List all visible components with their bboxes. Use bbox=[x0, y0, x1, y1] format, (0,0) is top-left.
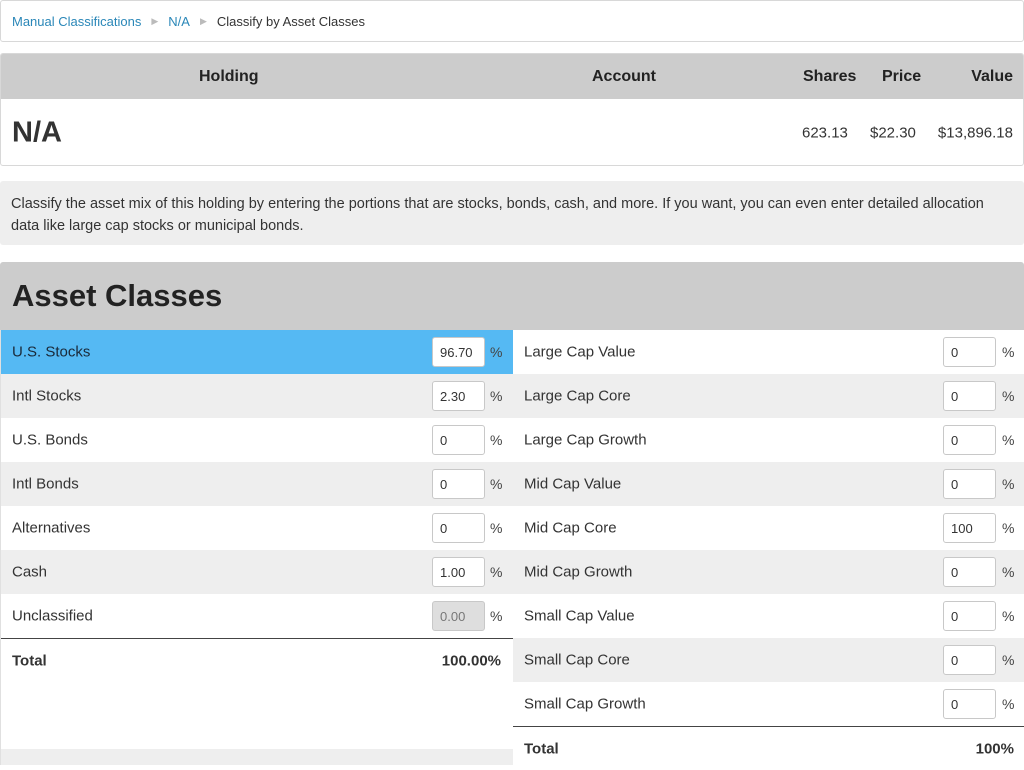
percent-sign: % bbox=[490, 520, 503, 536]
header-account: Account bbox=[592, 67, 656, 85]
breadcrumb: Manual Classifications ▶ N/A ▶ Classify … bbox=[0, 0, 1024, 42]
holding-value: $13,896.18 bbox=[937, 124, 1013, 142]
us-stocks-input[interactable] bbox=[432, 337, 485, 367]
percent-sign: % bbox=[490, 388, 503, 404]
detailed-asset-classes: Large Cap Value % Large Cap Core % Large… bbox=[513, 330, 1024, 770]
asset-classes-header: Asset Classes bbox=[0, 262, 1024, 330]
us-bonds-input[interactable] bbox=[432, 425, 485, 455]
asset-row-intl-bonds[interactable]: Intl Bonds % bbox=[1, 462, 513, 506]
holding-price: $22.30 bbox=[870, 124, 916, 142]
percent-sign: % bbox=[490, 476, 503, 492]
mid-cap-growth-input[interactable] bbox=[943, 557, 996, 587]
asset-label: Mid Cap Value bbox=[524, 475, 622, 493]
total-value: 100% bbox=[975, 740, 1014, 757]
holding-table-header: Holding Account Shares Price Value bbox=[1, 54, 1023, 99]
small-cap-core-input[interactable] bbox=[943, 645, 996, 675]
asset-row-unclassified: Unclassified % bbox=[1, 594, 513, 638]
asset-row-cash[interactable]: Cash % bbox=[1, 550, 513, 594]
percent-sign: % bbox=[1002, 608, 1015, 624]
percent-sign: % bbox=[490, 432, 503, 448]
large-cap-value-input[interactable] bbox=[943, 337, 996, 367]
mid-cap-value-input[interactable] bbox=[943, 469, 996, 499]
small-cap-growth-input[interactable] bbox=[943, 689, 996, 719]
asset-classes-panel: Asset Classes U.S. Stocks % Intl Stocks … bbox=[0, 262, 1024, 770]
mid-cap-core-input[interactable] bbox=[943, 513, 996, 543]
asset-row-small-cap-value[interactable]: Small Cap Value % bbox=[513, 594, 1024, 638]
breadcrumb-separator-icon: ▶ bbox=[151, 15, 159, 26]
asset-label: Alternatives bbox=[12, 519, 91, 537]
alternatives-input[interactable] bbox=[432, 513, 485, 543]
intl-bonds-input[interactable] bbox=[432, 469, 485, 499]
asset-row-us-bonds[interactable]: U.S. Bonds % bbox=[1, 418, 513, 462]
large-cap-growth-input[interactable] bbox=[943, 425, 996, 455]
asset-row-large-cap-core[interactable]: Large Cap Core % bbox=[513, 374, 1024, 418]
percent-sign: % bbox=[1002, 652, 1015, 668]
asset-row-mid-cap-growth[interactable]: Mid Cap Growth % bbox=[513, 550, 1024, 594]
percent-sign: % bbox=[1002, 520, 1015, 536]
holding-card: Holding Account Shares Price Value N/A 6… bbox=[0, 53, 1024, 166]
header-holding: Holding bbox=[199, 67, 259, 85]
total-label: Total bbox=[524, 740, 559, 757]
asset-row-small-cap-growth[interactable]: Small Cap Growth % bbox=[513, 682, 1024, 726]
breadcrumb-separator-icon: ▶ bbox=[199, 15, 207, 26]
percent-sign: % bbox=[490, 608, 503, 624]
percent-sign: % bbox=[1002, 432, 1015, 448]
left-footer-stripe bbox=[1, 749, 513, 765]
asset-label: U.S. Stocks bbox=[12, 343, 91, 361]
asset-label: Small Cap Growth bbox=[524, 695, 646, 713]
small-cap-value-input[interactable] bbox=[943, 601, 996, 631]
right-total-row: Total 100% bbox=[513, 726, 1024, 770]
asset-row-small-cap-core[interactable]: Small Cap Core % bbox=[513, 638, 1024, 682]
header-shares: Shares bbox=[803, 67, 857, 85]
asset-classes-title: Asset Classes bbox=[12, 278, 223, 313]
percent-sign: % bbox=[490, 564, 503, 580]
large-cap-core-input[interactable] bbox=[943, 381, 996, 411]
asset-label: Large Cap Core bbox=[524, 387, 631, 405]
left-spacer bbox=[1, 682, 513, 749]
breadcrumb-manual-classifications[interactable]: Manual Classifications bbox=[12, 14, 141, 29]
left-total-row: Total 100.00% bbox=[1, 638, 513, 682]
holding-shares: 623.13 bbox=[802, 124, 848, 142]
breadcrumb-holding[interactable]: N/A bbox=[168, 14, 190, 29]
percent-sign: % bbox=[1002, 696, 1015, 712]
percent-sign: % bbox=[1002, 476, 1015, 492]
asset-label: Cash bbox=[12, 563, 48, 581]
asset-label: Unclassified bbox=[12, 607, 93, 625]
info-text: Classify the asset mix of this holding b… bbox=[0, 181, 1024, 245]
percent-sign: % bbox=[1002, 564, 1015, 580]
asset-row-us-stocks[interactable]: U.S. Stocks % bbox=[1, 330, 513, 374]
asset-label: Large Cap Growth bbox=[524, 431, 647, 449]
cash-input[interactable] bbox=[432, 557, 485, 587]
asset-label: Mid Cap Growth bbox=[524, 563, 633, 581]
asset-row-large-cap-growth[interactable]: Large Cap Growth % bbox=[513, 418, 1024, 462]
asset-label: Intl Bonds bbox=[12, 475, 79, 493]
asset-row-large-cap-value[interactable]: Large Cap Value % bbox=[513, 330, 1024, 374]
header-value: Value bbox=[971, 67, 1013, 85]
asset-label: U.S. Bonds bbox=[12, 431, 88, 449]
unclassified-input bbox=[432, 601, 485, 631]
asset-label: Mid Cap Core bbox=[524, 519, 617, 537]
asset-row-mid-cap-core[interactable]: Mid Cap Core % bbox=[513, 506, 1024, 550]
percent-sign: % bbox=[490, 344, 503, 360]
asset-row-alternatives[interactable]: Alternatives % bbox=[1, 506, 513, 550]
header-price: Price bbox=[882, 67, 922, 85]
percent-sign: % bbox=[1002, 388, 1015, 404]
holding-name: N/A bbox=[12, 116, 62, 149]
percent-sign: % bbox=[1002, 344, 1015, 360]
broad-asset-classes: U.S. Stocks % Intl Stocks % U.S. Bonds %… bbox=[0, 330, 513, 765]
asset-label: Small Cap Value bbox=[524, 607, 635, 625]
holding-row: N/A 623.13 $22.30 $13,896.18 bbox=[1, 99, 1023, 165]
asset-row-mid-cap-value[interactable]: Mid Cap Value % bbox=[513, 462, 1024, 506]
asset-label: Intl Stocks bbox=[12, 387, 82, 405]
asset-label: Large Cap Value bbox=[524, 343, 636, 361]
total-label: Total bbox=[12, 652, 47, 669]
total-value: 100.00% bbox=[441, 652, 501, 669]
asset-label: Small Cap Core bbox=[524, 651, 630, 669]
breadcrumb-current: Classify by Asset Classes bbox=[216, 13, 365, 29]
intl-stocks-input[interactable] bbox=[432, 381, 485, 411]
asset-row-intl-stocks[interactable]: Intl Stocks % bbox=[1, 374, 513, 418]
